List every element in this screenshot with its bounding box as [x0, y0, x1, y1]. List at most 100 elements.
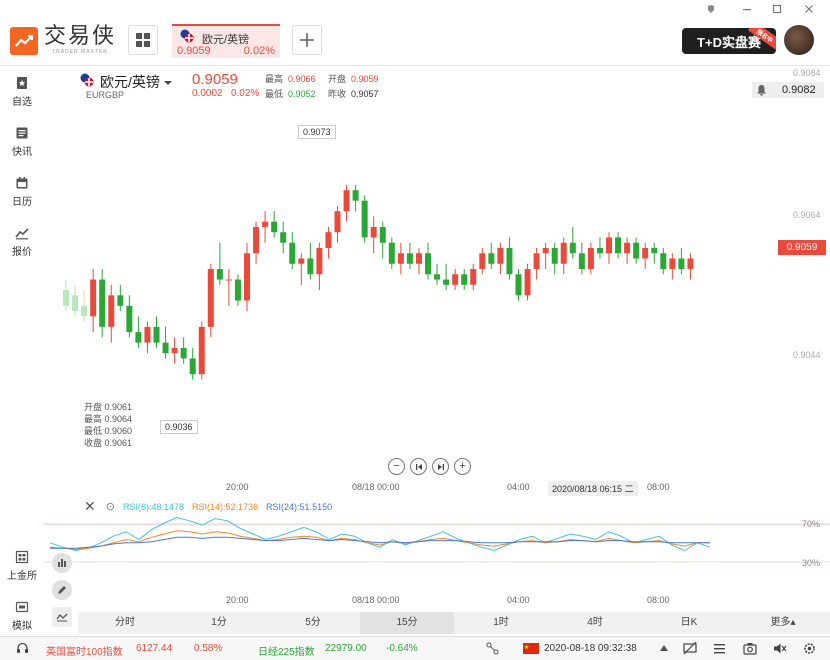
headset-icon[interactable] — [16, 642, 29, 655]
sidebar-item-quotes[interactable]: 报价 — [0, 226, 44, 258]
settings-icon[interactable]: ⊙ — [106, 500, 115, 513]
candle-body[interactable] — [370, 226, 377, 238]
candlestick-chart[interactable] — [44, 66, 830, 626]
close-indicator-icon[interactable]: ✕ — [84, 498, 96, 515]
candle-body[interactable] — [524, 269, 531, 296]
candle-body[interactable] — [515, 274, 522, 296]
chart-type-button[interactable] — [52, 607, 72, 627]
candle-body[interactable] — [63, 290, 69, 306]
candle-body[interactable] — [506, 247, 513, 275]
maximize-icon[interactable] — [770, 2, 784, 17]
candle-body[interactable] — [533, 253, 540, 270]
tab-period-15m[interactable]: 15分 — [360, 612, 454, 634]
ticker-ftse-name[interactable]: 英国富时100指数 — [46, 643, 123, 658]
candle-body[interactable] — [207, 269, 214, 327]
user-avatar[interactable] — [784, 25, 814, 55]
candle-body[interactable] — [108, 295, 115, 327]
candle-body[interactable] — [271, 221, 278, 233]
candle-body[interactable] — [298, 258, 305, 264]
candle-body[interactable] — [153, 326, 160, 343]
draw-tool-button[interactable] — [52, 580, 72, 600]
candle-body[interactable] — [262, 221, 269, 227]
tab-period-1h[interactable]: 1时 — [454, 612, 548, 634]
candle-body[interactable] — [551, 247, 558, 264]
screen-off-icon[interactable] — [683, 642, 697, 655]
candle-body[interactable] — [253, 226, 260, 254]
candle-body[interactable] — [406, 253, 413, 264]
candle-body[interactable] — [135, 332, 142, 343]
minimize-icon[interactable] — [740, 2, 754, 17]
candle-body[interactable] — [497, 247, 504, 264]
candle-body[interactable] — [443, 279, 450, 285]
candle-body[interactable] — [244, 253, 250, 301]
candle-body[interactable] — [307, 258, 314, 275]
candle-body[interactable] — [280, 232, 287, 243]
candle-body[interactable] — [117, 295, 124, 306]
candle-body[interactable] — [144, 326, 151, 343]
tab-period-5m[interactable]: 5分 — [266, 612, 360, 634]
symbol-tab-eurgbp[interactable]: 欧元/英镑 0.9059 0.02% — [172, 24, 280, 58]
candle-body[interactable] — [596, 247, 603, 254]
candle-body[interactable] — [162, 342, 169, 354]
candle-body[interactable] — [216, 269, 223, 280]
candle-body[interactable] — [379, 226, 386, 243]
close-icon[interactable] — [802, 2, 816, 17]
network-icon[interactable] — [486, 642, 499, 655]
candle-body[interactable] — [289, 242, 296, 264]
candle-body[interactable] — [325, 232, 332, 248]
candle-body[interactable] — [587, 247, 594, 270]
candle-body[interactable] — [606, 237, 612, 254]
candle-body[interactable] — [415, 253, 422, 264]
prev-icon[interactable] — [410, 458, 427, 475]
candle-body[interactable] — [461, 274, 468, 285]
candle-body[interactable] — [542, 247, 549, 254]
watchlist-grid-button[interactable] — [128, 25, 158, 55]
candle-body[interactable] — [660, 253, 667, 270]
candle-body[interactable] — [569, 242, 576, 254]
tab-period-1m[interactable]: 1分 — [172, 612, 266, 634]
skin-icon[interactable] — [704, 2, 718, 17]
candle-body[interactable] — [316, 247, 323, 275]
candle-body[interactable] — [90, 279, 97, 317]
menu-icon[interactable] — [713, 642, 726, 655]
gear-icon[interactable] — [803, 642, 816, 655]
sidebar-item-news[interactable]: 快讯 — [0, 126, 44, 158]
candle-body[interactable] — [352, 190, 359, 201]
candle-body[interactable] — [397, 253, 404, 264]
add-symbol-button[interactable] — [292, 25, 322, 55]
candle-body[interactable] — [343, 190, 350, 212]
tab-period-4h[interactable]: 4时 — [548, 612, 642, 634]
candle-body[interactable] — [81, 305, 88, 317]
indicator-tool-button[interactable] — [52, 553, 72, 573]
candle-body[interactable] — [615, 237, 622, 254]
candle-body[interactable] — [624, 242, 631, 254]
sidebar-item-watchlist[interactable]: 自选 — [0, 76, 44, 108]
tab-period-tick[interactable]: 分时 — [78, 612, 172, 634]
candle-body[interactable] — [234, 279, 241, 301]
candle-body[interactable] — [126, 305, 133, 333]
candle-body[interactable] — [633, 242, 640, 259]
candle-body[interactable] — [678, 258, 685, 270]
candle-body[interactable] — [225, 279, 232, 281]
sidebar-item-calendar[interactable]: 日历 — [0, 176, 44, 208]
candle-body[interactable] — [479, 253, 486, 270]
candle-body[interactable] — [180, 347, 187, 359]
candle-body[interactable] — [470, 269, 477, 285]
candle-body[interactable] — [99, 279, 106, 327]
sidebar-item-simulate[interactable]: 模拟 — [0, 600, 44, 632]
ticker-nikkei-name[interactable]: 日经225指数 — [258, 643, 315, 658]
zoom-in-icon[interactable]: + — [454, 458, 471, 475]
candle-body[interactable] — [560, 242, 567, 264]
candle-body[interactable] — [434, 274, 441, 280]
candle-body[interactable] — [361, 200, 368, 238]
candle-body[interactable] — [452, 274, 459, 285]
candle-body[interactable] — [171, 347, 178, 354]
td-contest-banner[interactable]: T+D实盘赛 报名中 — [682, 28, 776, 54]
candle-body[interactable] — [651, 247, 658, 254]
candle-body[interactable] — [687, 258, 694, 270]
candle-body[interactable] — [425, 253, 431, 275]
tab-period-daily[interactable]: 日K — [642, 612, 736, 634]
candle-body[interactable] — [488, 253, 495, 264]
candle-body[interactable] — [72, 295, 79, 312]
candle-body[interactable] — [334, 211, 341, 233]
